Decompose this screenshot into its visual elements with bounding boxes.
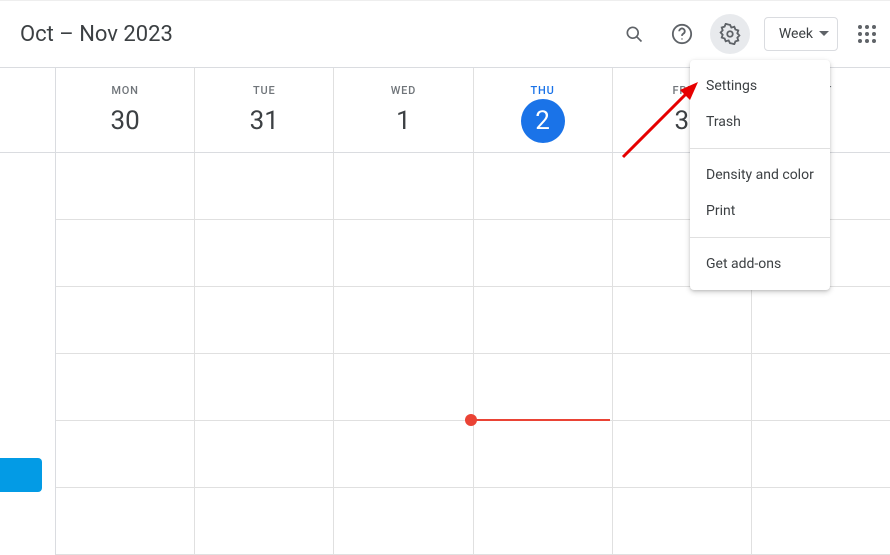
day-number[interactable]: 2 <box>521 99 565 143</box>
now-indicator <box>471 419 610 421</box>
time-cell[interactable] <box>334 488 473 555</box>
time-cell[interactable] <box>752 421 890 488</box>
time-cell[interactable] <box>195 421 334 488</box>
time-cell[interactable] <box>474 220 613 287</box>
view-label: Week <box>779 26 813 42</box>
time-cell[interactable] <box>613 421 752 488</box>
day-number[interactable]: 30 <box>103 99 147 143</box>
date-range-label: Oct – Nov 2023 <box>20 22 614 47</box>
time-gutter <box>0 220 56 287</box>
help-button[interactable] <box>662 14 702 54</box>
time-row <box>0 488 890 555</box>
time-cell[interactable] <box>752 488 890 555</box>
dropdown-icon <box>819 31 829 37</box>
time-cell[interactable] <box>56 153 195 220</box>
dow-label: TUE <box>195 84 333 97</box>
dow-label: WED <box>334 84 472 97</box>
time-cell[interactable] <box>195 153 334 220</box>
day-header-mon[interactable]: MON 30 <box>56 68 195 152</box>
time-gutter <box>0 287 56 354</box>
time-cell[interactable] <box>56 220 195 287</box>
time-gutter <box>0 488 56 555</box>
toolbar-actions: Week <box>614 14 878 54</box>
time-cell[interactable] <box>56 488 195 555</box>
menu-item-settings[interactable]: Settings <box>690 68 830 104</box>
time-cell[interactable] <box>195 354 334 421</box>
help-icon <box>671 23 693 45</box>
day-header-wed[interactable]: WED 1 <box>334 68 473 152</box>
time-cell[interactable] <box>752 354 890 421</box>
day-header-thu[interactable]: THU 2 <box>474 68 613 152</box>
time-gutter <box>0 354 56 421</box>
gear-icon <box>719 23 741 45</box>
time-cell[interactable] <box>195 287 334 354</box>
time-cell[interactable] <box>613 287 752 354</box>
settings-button[interactable] <box>710 14 750 54</box>
time-cell[interactable] <box>334 287 473 354</box>
apps-button[interactable] <box>858 25 876 43</box>
time-cell[interactable] <box>474 153 613 220</box>
day-header-tue[interactable]: TUE 31 <box>195 68 334 152</box>
menu-divider <box>690 148 830 149</box>
time-cell[interactable] <box>195 220 334 287</box>
menu-item-density[interactable]: Density and color <box>690 157 830 193</box>
menu-divider <box>690 237 830 238</box>
menu-item-trash[interactable]: Trash <box>690 104 830 140</box>
time-cell[interactable] <box>474 354 613 421</box>
time-gutter <box>0 153 56 220</box>
calendar-event[interactable] <box>0 458 42 492</box>
time-cell[interactable] <box>613 354 752 421</box>
settings-dropdown-menu: Settings Trash Density and color Print G… <box>690 60 830 290</box>
time-cell[interactable] <box>56 287 195 354</box>
dow-label: MON <box>56 84 194 97</box>
time-row <box>0 421 890 488</box>
time-row <box>0 354 890 421</box>
day-number[interactable]: 31 <box>242 99 286 143</box>
time-cell[interactable] <box>474 287 613 354</box>
dow-label: THU <box>474 84 612 97</box>
time-cell[interactable] <box>56 421 195 488</box>
search-icon <box>624 24 644 44</box>
time-cell[interactable] <box>474 421 613 488</box>
time-cell[interactable] <box>334 220 473 287</box>
search-button[interactable] <box>614 14 654 54</box>
time-cell[interactable] <box>752 287 890 354</box>
now-dot-icon <box>465 414 477 426</box>
header-gutter <box>0 68 56 152</box>
day-number[interactable]: 1 <box>381 99 425 143</box>
time-cell[interactable] <box>56 354 195 421</box>
time-cell[interactable] <box>334 354 473 421</box>
time-row <box>0 287 890 354</box>
view-selector[interactable]: Week <box>764 17 838 51</box>
time-cell[interactable] <box>334 153 473 220</box>
menu-item-addons[interactable]: Get add-ons <box>690 246 830 282</box>
time-cell[interactable] <box>195 488 334 555</box>
menu-item-print[interactable]: Print <box>690 193 830 229</box>
time-cell[interactable] <box>334 421 473 488</box>
time-cell[interactable] <box>613 488 752 555</box>
top-toolbar: Oct – Nov 2023 Week <box>0 0 890 68</box>
time-cell[interactable] <box>474 488 613 555</box>
